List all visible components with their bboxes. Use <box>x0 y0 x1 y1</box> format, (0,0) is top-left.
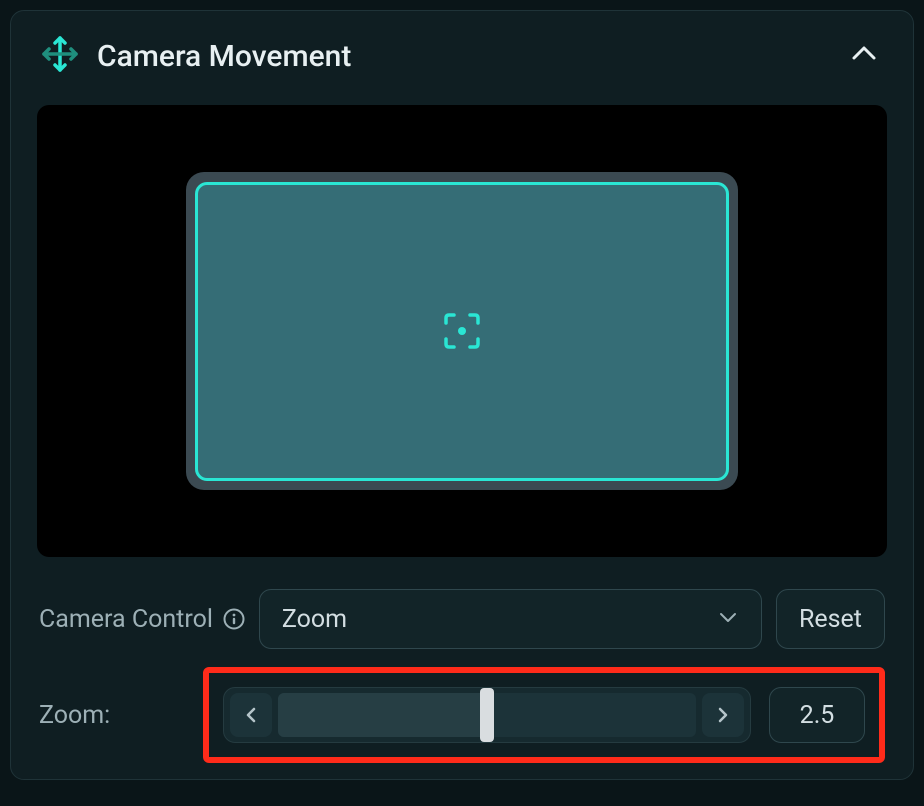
camera-control-label-wrap: Camera Control <box>39 605 245 634</box>
info-icon[interactable] <box>223 608 245 630</box>
slider-decrease-button[interactable] <box>230 693 272 737</box>
zoom-slider <box>223 687 751 743</box>
slider-increase-button[interactable] <box>702 693 744 737</box>
slider-track[interactable] <box>278 693 696 737</box>
zoom-row: Zoom: 2.5 <box>11 651 913 763</box>
slider-thumb[interactable] <box>480 688 494 742</box>
reset-button-label: Reset <box>799 605 862 634</box>
camera-control-row: Camera Control Zoom Reset <box>11 583 913 651</box>
camera-movement-panel: Camera Movement <box>10 10 914 780</box>
panel-title: Camera Movement <box>97 39 351 74</box>
zoom-value-input[interactable]: 2.5 <box>769 687 865 743</box>
camera-control-dropdown[interactable]: Zoom <box>259 589 762 649</box>
preview-frame-inner[interactable] <box>195 182 729 481</box>
preview-frame-outer <box>186 172 738 490</box>
focus-target-icon <box>441 310 483 352</box>
panel-title-wrap: Camera Movement <box>41 35 351 77</box>
move-arrows-icon <box>41 35 79 77</box>
chevron-up-icon[interactable] <box>845 35 883 77</box>
camera-preview <box>37 105 887 557</box>
chevron-down-icon <box>717 606 739 632</box>
zoom-label: Zoom: <box>39 701 189 730</box>
slider-fill <box>278 693 487 737</box>
panel-header: Camera Movement <box>11 11 913 91</box>
zoom-value: 2.5 <box>800 701 835 730</box>
highlight-annotation: 2.5 <box>203 667 885 763</box>
dropdown-selected-value: Zoom <box>282 605 347 634</box>
camera-control-label: Camera Control <box>39 605 213 634</box>
reset-button[interactable]: Reset <box>776 589 885 649</box>
